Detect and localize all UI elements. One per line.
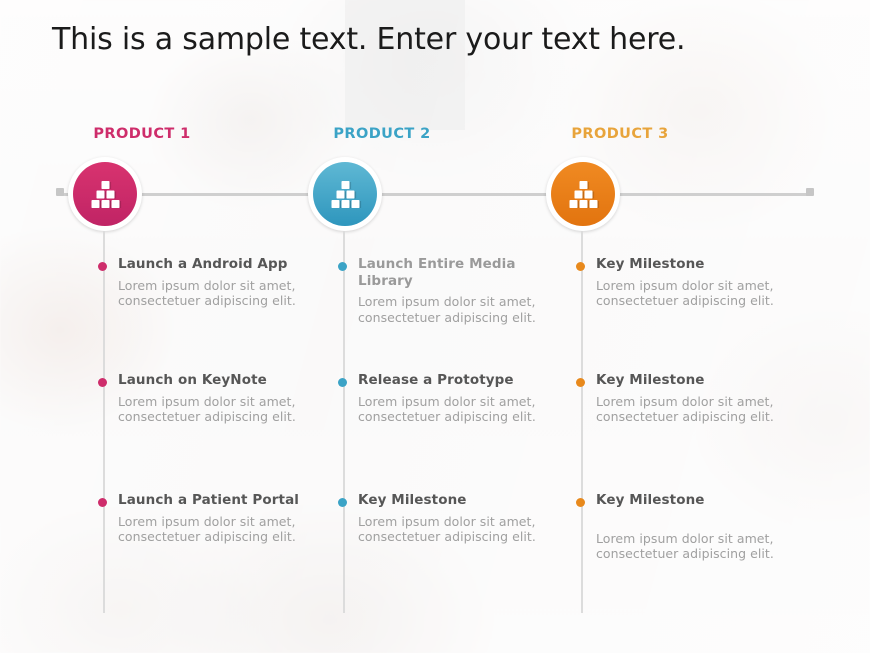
timeline-vertical-line-3 [581,231,583,613]
milestone-body: Lorem ipsum dolor sit amet, consectetuer… [358,294,536,325]
milestone-title: Key Milestone [596,256,705,272]
milestone-dot-icon [98,262,107,271]
milestone-item[interactable]: Launch a Android App Lorem ipsum dolor s… [98,256,308,309]
milestone-dot-icon [338,262,347,271]
timeline-vertical-line-2 [343,231,345,613]
milestone-item[interactable]: Launch a Patient Portal Lorem ipsum dolo… [98,492,308,545]
milestone-body: Lorem ipsum dolor sit amet, consectetuer… [118,513,296,545]
milestone-body: Lorem ipsum dolor sit amet, consectetuer… [596,530,774,562]
badge-fill-1 [73,162,137,226]
milestone-title: Launch a Patient Portal [118,492,300,508]
milestone-dot-icon [576,498,585,507]
page-title: This is a sample text. Enter your text h… [52,22,686,57]
timeline-spine-cap-left [56,188,64,196]
milestone-item[interactable]: Key Milestone Lorem ipsum dolor sit amet… [338,492,548,545]
product-badge-3[interactable] [546,157,620,231]
product-badge-1[interactable] [68,157,142,231]
product-label-2: PRODUCT 2 [333,126,431,142]
timeline-spine [58,193,810,196]
blocks-pyramid-icon [551,162,615,226]
milestone-body: Lorem ipsum dolor sit amet, consectetuer… [358,513,536,545]
milestone-item[interactable]: Key Milestone Lorem ipsum dolor sit amet… [576,256,786,309]
milestone-title: Key Milestone [596,492,705,508]
milestone-item[interactable]: Key Milestone Lorem ipsum dolor sit amet… [576,372,786,425]
milestone-title: Launch a Android App [118,256,288,272]
timeline-vertical-line-1 [103,231,105,613]
milestone-dot-icon [338,378,347,387]
product-label-1: PRODUCT 1 [93,126,191,142]
milestone-dot-icon [98,498,107,507]
badge-fill-3 [551,162,615,226]
milestone-body: Lorem ipsum dolor sit amet, consectetuer… [118,393,296,425]
badge-fill-2 [313,162,377,226]
milestone-title: Launch Entire Media Library [358,256,516,289]
milestone-title: Key Milestone [358,492,467,508]
slide-canvas: This is a sample text. Enter your text h… [0,0,870,653]
product-badge-2[interactable] [308,157,382,231]
milestone-item[interactable]: Release a Prototype Lorem ipsum dolor si… [338,372,548,425]
milestone-body: Lorem ipsum dolor sit amet, consectetuer… [596,277,774,309]
milestone-title: Launch on KeyNote [118,372,267,388]
milestone-dot-icon [98,378,107,387]
blocks-pyramid-icon [313,162,377,226]
milestone-title: Release a Prototype [358,372,514,388]
milestone-dot-icon [576,262,585,271]
milestone-body: Lorem ipsum dolor sit amet, consectetuer… [596,393,774,425]
milestone-item[interactable]: Launch Entire Media Library Lorem ipsum … [338,256,548,325]
milestone-dot-icon [338,498,347,507]
background-panel-shape [345,0,465,130]
milestone-title: Key Milestone [596,372,705,388]
milestone-body: Lorem ipsum dolor sit amet, consectetuer… [358,393,536,425]
milestone-body: Lorem ipsum dolor sit amet, consectetuer… [118,277,296,309]
timeline-spine-cap-right [806,188,814,196]
milestone-item[interactable]: Key Milestone Lorem ipsum dolor sit amet… [576,492,786,562]
milestone-dot-icon [576,378,585,387]
milestone-item[interactable]: Launch on KeyNote Lorem ipsum dolor sit … [98,372,308,425]
product-label-3: PRODUCT 3 [571,126,669,142]
blocks-pyramid-icon [73,162,137,226]
